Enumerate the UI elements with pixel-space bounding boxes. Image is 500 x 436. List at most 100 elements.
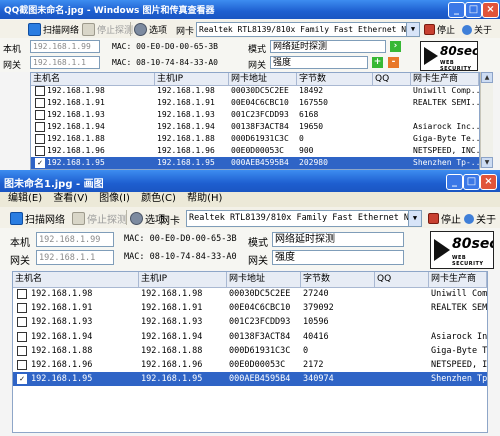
row-checkbox[interactable] <box>35 146 45 156</box>
title-bar[interactable]: QQ截图未命名.jpg - Windows 图片和传真查看器 _ □ × <box>0 0 500 19</box>
table-row[interactable]: 192.168.1.88 192.168.1.88 000D61931C3C 0 Gig… <box>31 133 479 145</box>
80sec-logo: 80sec WEB SECURITY <box>430 231 494 269</box>
row-checkbox[interactable]: ✓ <box>17 374 27 385</box>
col-host-ip[interactable]: 主机IP <box>139 272 227 287</box>
cell-host-ip: 192.168.1.88 <box>157 134 215 143</box>
col-mac[interactable]: 网卡地址 <box>229 73 297 85</box>
strength-field[interactable]: 强度 <box>270 56 368 69</box>
table-row[interactable]: ✓ 192.168.1.95 192.168.1.95 000AEB4595B4 202… <box>31 157 479 169</box>
info-panel: 本机 192.168.1.99 MAC: 00-E0-D0-00-65-3B 模… <box>0 228 500 270</box>
network-icon <box>10 212 23 225</box>
table-row[interactable]: 192.168.1.96 192.168.1.96 00E0D00053C 900 NE… <box>31 145 479 157</box>
options-label: 选项 <box>149 26 168 36</box>
probe-icon <box>72 212 85 225</box>
menu-view[interactable]: 查看(V) <box>49 192 92 206</box>
row-checkbox[interactable] <box>17 360 27 371</box>
title-bar[interactable]: 图未命名1.jpg - 画图 _ □ × <box>0 170 500 192</box>
table-row[interactable]: 192.168.1.98 192.168.1.98 00030DC5C2EE 1849… <box>31 85 479 97</box>
mode-select[interactable]: 网络延时探测 <box>270 40 386 53</box>
cell-host-ip: 192.168.1.98 <box>141 289 203 299</box>
col-hostname[interactable]: 主机名 <box>31 73 155 85</box>
gateway-ip-field[interactable]: 192.168.1.1 <box>30 56 100 69</box>
row-checkbox[interactable] <box>17 289 27 300</box>
table-row[interactable]: 192.168.1.91 192.168.1.91 00E04C6CBC10 1675… <box>31 97 479 109</box>
minimize-button[interactable]: _ <box>446 174 463 190</box>
strength-decrease-icon[interactable]: - <box>388 57 399 68</box>
scan-network-button[interactable]: 扫描网络 <box>28 23 79 36</box>
cell-hostname: 192.168.1.98 <box>31 289 93 299</box>
nic-select[interactable]: Realtek RTL8139/810x Family Fast Etherne… <box>196 22 420 37</box>
col-bytes[interactable]: 字节数 <box>297 73 373 85</box>
mode-select[interactable]: 网络延时探测 <box>272 232 404 247</box>
stop-button[interactable]: 停止 <box>424 23 455 36</box>
scan-network-button[interactable]: 扫描网络 <box>10 211 65 226</box>
row-checkbox[interactable] <box>17 303 27 314</box>
scroll-down-icon[interactable]: ▼ <box>481 157 493 168</box>
cell-vendor: Shenzhen Tp-... <box>413 158 479 167</box>
menu-edit[interactable]: 编辑(E) <box>4 192 46 206</box>
local-ip-field[interactable]: 192.168.1.99 <box>36 232 114 247</box>
col-bytes[interactable]: 字节数 <box>301 272 375 287</box>
row-checkbox[interactable] <box>35 98 45 108</box>
gateway-ip-field[interactable]: 192.168.1.1 <box>36 250 114 265</box>
cell-vendor: Giga-Byte Te... <box>413 134 479 143</box>
col-vendor[interactable]: 网卡生产商 <box>429 272 487 287</box>
table-row[interactable]: 192.168.1.93 192.168.1.93 001C23FCDD93 6168 <box>31 109 479 121</box>
row-checkbox[interactable] <box>17 317 27 328</box>
stop-button[interactable]: 停止 <box>428 211 461 226</box>
row-checkbox[interactable] <box>35 122 45 132</box>
table-row[interactable]: 192.168.1.94 192.168.1.94 00138F3ACT84 4041… <box>13 330 487 344</box>
strength-field[interactable]: 强度 <box>272 250 404 265</box>
nic-select[interactable]: Realtek RTL8139/810x Family Fast Etherne… <box>186 210 422 227</box>
cell-vendor: Uniwill Comp... <box>431 289 487 299</box>
col-host-ip[interactable]: 主机IP <box>155 73 229 85</box>
row-checkbox[interactable] <box>17 331 27 342</box>
mode-confirm-icon[interactable]: › <box>390 41 401 52</box>
cell-vendor: Asiarock Inc... <box>431 331 487 342</box>
col-mac[interactable]: 网卡地址 <box>227 272 301 287</box>
menu-help[interactable]: 帮助(H) <box>183 192 226 206</box>
maximize-button[interactable]: □ <box>463 174 480 190</box>
scroll-up-icon[interactable]: ▲ <box>481 72 493 83</box>
toolbar-divider <box>126 210 127 225</box>
local-label: 本机 <box>3 45 22 55</box>
table-row[interactable]: ✓ 192.168.1.95 192.168.1.95 000AEB4595B4 340… <box>13 372 487 387</box>
table-row[interactable]: 192.168.1.96 192.168.1.96 00E0D00053C 2172 N… <box>13 358 487 372</box>
about-button[interactable]: 关于 <box>464 211 496 226</box>
row-checkbox[interactable] <box>35 110 45 120</box>
stop-probe-button[interactable]: 停止探测 <box>72 211 127 226</box>
local-ip-field[interactable]: 192.168.1.99 <box>30 40 100 53</box>
row-checkbox[interactable] <box>17 345 27 356</box>
local-mac: MAC: 00-E0-D0-00-65-3B <box>112 42 218 51</box>
col-vendor[interactable]: 网卡生产商 <box>411 73 479 85</box>
table-row[interactable]: 192.168.1.94 192.168.1.94 00138F3ACT84 1965… <box>31 121 479 133</box>
stop-probe-button[interactable]: 停止探测 <box>82 23 133 36</box>
about-button[interactable]: 关于 <box>462 23 492 36</box>
cell-host-ip: 192.168.1.96 <box>157 146 215 155</box>
table-row[interactable]: 192.168.1.91 192.168.1.91 00E04C6CBC10 3790… <box>13 301 487 315</box>
minimize-button[interactable]: _ <box>448 2 465 18</box>
col-hostname[interactable]: 主机名 <box>13 272 139 287</box>
cell-hostname: 192.168.1.94 <box>47 122 105 131</box>
row-checkbox[interactable]: ✓ <box>35 158 45 168</box>
cell-mac: 00E04C6CBC10 <box>229 303 291 314</box>
row-checkbox[interactable] <box>35 86 45 96</box>
close-button[interactable]: × <box>482 2 499 18</box>
maximize-button[interactable]: □ <box>465 2 482 18</box>
col-qq[interactable]: QQ <box>373 73 411 85</box>
menu-image[interactable]: 图像(I) <box>95 192 134 206</box>
cell-bytes: 0 <box>299 134 304 143</box>
options-button[interactable]: 选项 <box>134 23 167 36</box>
menu-colors[interactable]: 颜色(C) <box>137 192 180 206</box>
stop-icon <box>424 24 435 35</box>
table-row[interactable]: 192.168.1.98 192.168.1.98 00030DC5C2EE 2724… <box>13 287 487 301</box>
cell-qq <box>373 85 411 97</box>
cell-vendor <box>429 315 487 329</box>
table-row[interactable]: 192.168.1.93 192.168.1.93 001C23FCDD93 1059… <box>13 315 487 329</box>
table-row[interactable]: 192.168.1.88 192.168.1.88 000D61931C3C 0 Gig… <box>13 344 487 358</box>
vertical-scrollbar[interactable]: ▲ ▼ <box>480 72 493 168</box>
row-checkbox[interactable] <box>35 134 45 144</box>
strength-increase-icon[interactable]: + <box>372 57 383 68</box>
close-button[interactable]: × <box>480 174 497 190</box>
col-qq[interactable]: QQ <box>375 272 429 287</box>
